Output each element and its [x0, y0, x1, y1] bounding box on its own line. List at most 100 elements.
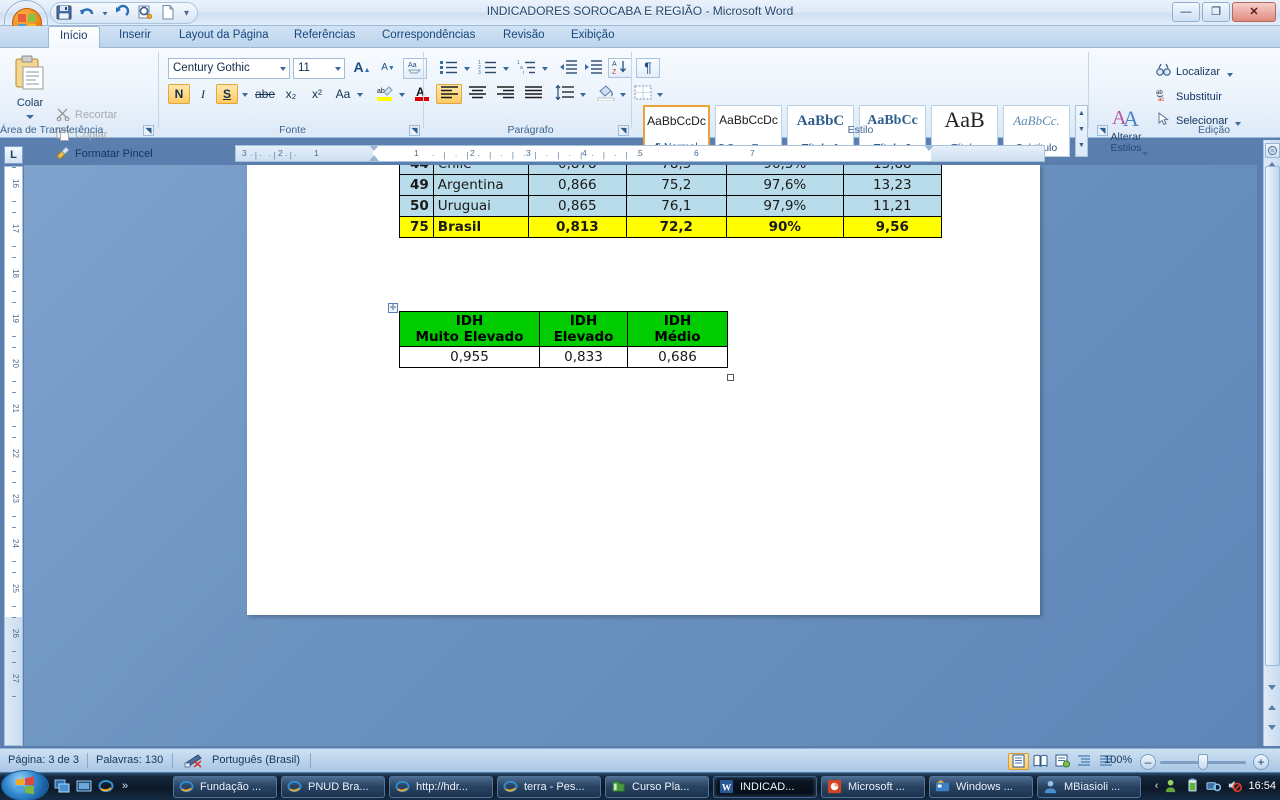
page-indicator[interactable]: Página: 3 de 3 — [8, 754, 79, 766]
zoom-level[interactable]: 100% — [1104, 754, 1132, 766]
table-idh-resize-handle[interactable] — [727, 374, 734, 381]
align-left-button[interactable] — [436, 84, 462, 104]
bold-button[interactable]: N — [168, 84, 190, 104]
change-styles-button[interactable]: A A Alterar Estilos — [1101, 103, 1151, 158]
show-desktop-icon[interactable] — [54, 778, 70, 794]
minimize-button[interactable]: — — [1172, 2, 1200, 22]
tab-correspondencias[interactable]: Correspondências — [371, 26, 486, 48]
underline-button[interactable]: S — [216, 84, 238, 104]
table-idh[interactable]: IDH Muito Elevado IDH Elevado IDH Médio 0,9… — [399, 311, 728, 368]
gallery-scroll-up-icon[interactable]: ▲ — [1076, 106, 1087, 122]
tab-inicio[interactable]: Início — [48, 26, 100, 49]
taskbar-item-terra[interactable]: terra - Pes... — [497, 776, 601, 798]
close-button[interactable]: ✕ — [1232, 2, 1276, 22]
messenger-tray-icon[interactable] — [1164, 778, 1179, 793]
vertical-scroll-thumb[interactable] — [1265, 166, 1280, 666]
view-print-layout-button[interactable] — [1008, 753, 1029, 770]
tab-revisao[interactable]: Revisão — [492, 26, 556, 48]
network-icon[interactable] — [1206, 778, 1222, 793]
font-size-combo[interactable]: 11 — [293, 58, 345, 79]
taskbar-item-fundacao[interactable]: Fundação ... — [173, 776, 277, 798]
multilevel-dropdown-icon[interactable] — [539, 58, 550, 78]
tab-layout-da-pagina[interactable]: Layout da Página — [168, 26, 280, 48]
start-button[interactable] — [1, 770, 49, 800]
taskbar-item-microsoft[interactable]: Microsoft ... — [821, 776, 925, 798]
bullets-button[interactable] — [436, 58, 462, 78]
change-case-button[interactable]: Aa — [331, 84, 355, 104]
taskbar-item-hdr[interactable]: http://hdr... — [389, 776, 493, 798]
select-browse-object-button[interactable] — [1265, 143, 1280, 158]
replace-button[interactable]: ab ac Substituir — [1156, 87, 1222, 106]
underline-dropdown-icon[interactable] — [239, 84, 250, 104]
clipboard-dialog-launcher[interactable]: ◥ — [143, 125, 154, 136]
view-full-screen-reading-button[interactable] — [1030, 753, 1051, 770]
styles-dialog-launcher[interactable]: ◥ — [1097, 125, 1108, 136]
taskbar-item-pnud[interactable]: PNUD Bra... — [281, 776, 385, 798]
right-indent-marker[interactable] — [924, 146, 934, 151]
language-indicator[interactable]: Português (Brasil) — [212, 754, 300, 766]
scroll-down-arrow-icon[interactable] — [1268, 685, 1276, 690]
highlight-dropdown-icon[interactable] — [396, 84, 407, 104]
align-right-button[interactable] — [492, 84, 518, 104]
tray-expand-icon[interactable]: ‹ — [1155, 780, 1159, 792]
tab-exibicao[interactable]: Exibição — [560, 26, 625, 48]
numbering-dropdown-icon[interactable] — [500, 58, 511, 78]
vertical-scrollbar[interactable] — [1263, 140, 1280, 746]
italic-button[interactable]: I — [192, 84, 214, 104]
numbering-button[interactable]: 123 — [475, 58, 501, 78]
tab-referencias[interactable]: Referências — [283, 26, 366, 48]
sort-button[interactable]: AZ — [608, 58, 632, 78]
hanging-indent-marker[interactable] — [369, 155, 379, 161]
maximize-button[interactable]: ❐ — [1202, 2, 1230, 22]
table-row[interactable]: 49 Argentina 0,866 75,2 97,6% 13,23 — [399, 174, 942, 196]
taskbar-item-curso[interactable]: Curso Pla... — [605, 776, 709, 798]
table-countries[interactable]: 44 Chile 0,878 78,5 96,5% 13,88 49 Argen… — [399, 165, 942, 238]
find-button[interactable]: Localizar — [1156, 62, 1234, 81]
view-outline-button[interactable] — [1074, 753, 1095, 770]
zoom-out-button[interactable]: – — [1140, 754, 1156, 770]
strikethrough-button[interactable]: abe — [253, 84, 277, 104]
paragraph-dialog-launcher[interactable]: ◥ — [618, 125, 629, 136]
vertical-ruler[interactable]: 16 17 18 19 20 21 22 23 24 25 26 27 — [4, 166, 23, 746]
table-row-highlighted[interactable]: 75 Brasil 0,813 72,2 90% 9,56 — [399, 216, 942, 238]
redo-icon[interactable] — [113, 4, 133, 22]
zoom-in-button[interactable]: + — [1253, 754, 1269, 770]
word-count[interactable]: Palavras: 130 — [96, 754, 163, 766]
paste-button[interactable]: Colar — [8, 53, 52, 121]
font-family-combo[interactable]: Century Gothic — [168, 58, 290, 79]
paste-dropdown-icon[interactable] — [26, 115, 34, 119]
table-idh-move-handle[interactable]: ✛ — [388, 303, 398, 313]
taskbar-item-mbiasioli[interactable]: MBiasioli ... — [1037, 776, 1141, 798]
tab-stop-selector[interactable]: L — [4, 146, 23, 164]
taskbar-item-windows[interactable]: Windows ... — [929, 776, 1033, 798]
table-row[interactable]: 50 Uruguai 0,865 76,1 97,9% 11,21 — [399, 195, 942, 217]
align-center-button[interactable] — [464, 84, 490, 104]
document-page[interactable]: 44 Chile 0,878 78,5 96,5% 13,88 49 Argen… — [247, 165, 1040, 615]
zoom-slider-thumb[interactable] — [1198, 754, 1208, 770]
shading-button[interactable] — [594, 84, 618, 104]
table-row[interactable]: 0,955 0,833 0,686 — [399, 346, 728, 368]
next-page-icon[interactable] — [1268, 725, 1276, 730]
new-doc-icon[interactable] — [159, 4, 179, 22]
print-preview-icon[interactable] — [136, 4, 156, 22]
subscript-button[interactable]: x₂ — [279, 84, 303, 104]
bullets-dropdown-icon[interactable] — [461, 58, 472, 78]
multilevel-list-button[interactable]: 1ai — [514, 58, 540, 78]
increase-indent-button[interactable] — [581, 58, 605, 78]
save-icon[interactable] — [55, 4, 75, 22]
superscript-button[interactable]: x² — [305, 84, 329, 104]
switch-windows-icon[interactable] — [76, 778, 92, 794]
battery-icon[interactable] — [1185, 778, 1200, 793]
line-spacing-dropdown-icon[interactable] — [577, 84, 588, 104]
font-dialog-launcher[interactable]: ◥ — [409, 125, 420, 136]
text-highlight-button[interactable]: ab — [373, 84, 397, 104]
document-canvas[interactable]: 44 Chile 0,878 78,5 96,5% 13,88 49 Argen… — [24, 165, 1257, 746]
justify-button[interactable] — [520, 84, 546, 104]
tab-inserir[interactable]: Inserir — [108, 26, 162, 48]
undo-dropdown-icon[interactable] — [101, 4, 110, 22]
format-painter-button[interactable]: Formatar Pincel — [56, 144, 153, 164]
quick-launch-overflow-icon[interactable]: » — [122, 780, 128, 792]
decrease-indent-button[interactable] — [556, 58, 580, 78]
volume-mute-icon[interactable] — [1227, 778, 1243, 793]
shading-dropdown-icon[interactable] — [617, 84, 628, 104]
